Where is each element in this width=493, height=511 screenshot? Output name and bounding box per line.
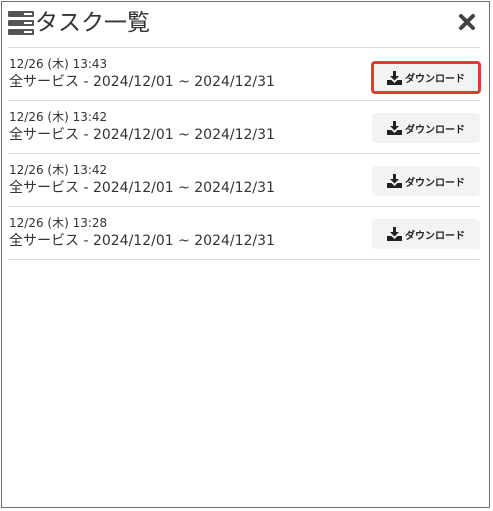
download-button[interactable]: ダウンロード xyxy=(372,219,480,249)
close-button[interactable] xyxy=(457,12,477,32)
task-description: 全サービス - 2024/12/01 ~ 2024/12/31 xyxy=(9,127,275,143)
task-timestamp: 12/26 (木) 13:28 xyxy=(9,216,108,230)
download-button[interactable]: ダウンロード xyxy=(372,113,480,143)
task-timestamp: 12/26 (木) 13:42 xyxy=(9,110,108,124)
download-button-label: ダウンロード xyxy=(405,74,465,85)
task-description: 全サービス - 2024/12/01 ~ 2024/12/31 xyxy=(9,180,275,196)
panel-header: タスク一覧 xyxy=(8,7,150,39)
download-icon xyxy=(387,121,402,135)
task-row: 12/26 (木) 13:28 全サービス - 2024/12/01 ~ 202… xyxy=(8,206,480,260)
task-list: 12/26 (木) 13:43 全サービス - 2024/12/01 ~ 202… xyxy=(8,47,481,260)
task-row: 12/26 (木) 13:42 全サービス - 2024/12/01 ~ 202… xyxy=(8,153,480,206)
download-button[interactable]: ダウンロード xyxy=(372,166,480,196)
task-description: 全サービス - 2024/12/01 ~ 2024/12/31 xyxy=(9,233,275,249)
download-button[interactable]: ダウンロード xyxy=(371,61,481,94)
download-button-label: ダウンロード xyxy=(405,124,465,136)
download-button-label: ダウンロード xyxy=(405,230,465,242)
close-icon xyxy=(459,14,475,30)
download-button-label: ダウンロード xyxy=(405,177,465,189)
task-timestamp: 12/26 (木) 13:42 xyxy=(9,163,108,177)
task-row: 12/26 (木) 13:42 全サービス - 2024/12/01 ~ 202… xyxy=(8,100,480,153)
download-icon xyxy=(387,174,402,188)
page-title: タスク一覧 xyxy=(35,10,150,36)
task-list-icon xyxy=(8,11,34,35)
task-list-panel: タスク一覧 12/26 (木) 13:43 全サービス - 2024/12/01… xyxy=(1,1,490,508)
task-timestamp: 12/26 (木) 13:43 xyxy=(9,57,108,71)
task-row: 12/26 (木) 13:43 全サービス - 2024/12/01 ~ 202… xyxy=(8,47,481,100)
download-icon xyxy=(387,227,402,241)
download-icon xyxy=(387,70,402,85)
task-description: 全サービス - 2024/12/01 ~ 2024/12/31 xyxy=(9,74,275,90)
